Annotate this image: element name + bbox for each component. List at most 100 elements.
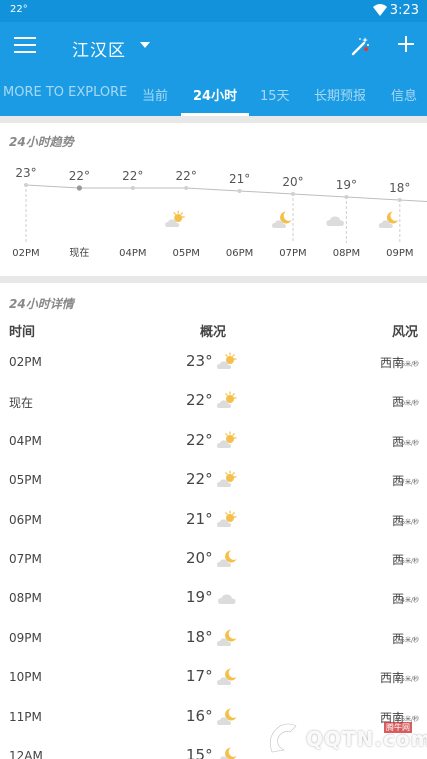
cloud-moon-icon <box>378 211 399 228</box>
wifi-icon <box>373 4 387 16</box>
header-time: 时间 <box>9 325 36 340</box>
moon-cloud-icon <box>216 628 238 648</box>
status-bar: 22° 3:23 <box>0 0 427 22</box>
row-time: 04PM <box>9 433 42 448</box>
row-temperature: 17° <box>186 667 213 686</box>
trend-time-label: 09PM <box>386 248 413 259</box>
tab-15-days[interactable]: 15天 <box>260 85 290 104</box>
row-temperature: 22° <box>186 470 213 489</box>
tab-long-term[interactable]: 长期预报 <box>314 85 366 104</box>
trend-point <box>237 189 242 193</box>
app-bar: 江汉区 <box>0 22 427 72</box>
sun-cloud-icon <box>216 509 238 530</box>
tab-more-to-explore[interactable]: MORE TO EXPLORE <box>3 85 127 100</box>
trend-point <box>397 198 402 202</box>
hourly-row: 10PM 17° 西南 0.5米/秒 <box>0 660 427 699</box>
cloud-moon-icon <box>272 211 292 228</box>
row-temperature: 21° <box>186 509 213 528</box>
add-city-button[interactable] <box>397 35 415 53</box>
trend-point <box>76 185 82 191</box>
row-temperature: 19° <box>186 588 213 607</box>
row-time: 10PM <box>9 670 42 685</box>
section-divider <box>0 276 427 283</box>
trend-time-label: 07PM <box>279 248 306 259</box>
row-wind-speed: 1.6米/秒 <box>395 361 419 368</box>
row-time: 07PM <box>9 552 42 566</box>
header-summary: 概况 <box>200 325 227 340</box>
trend-temp-label: 22° <box>69 169 90 183</box>
row-wind-speed: 0.4米/秒 <box>395 597 419 605</box>
trend-point <box>291 192 295 196</box>
trend-time-label: 02PM <box>12 248 39 259</box>
row-time: 11PM <box>9 709 42 724</box>
status-time: 3:23 <box>389 3 419 18</box>
trend-time-label: 05PM <box>173 248 200 259</box>
trend-time-label: 06PM <box>226 248 253 259</box>
trend-time-label: 现在 <box>69 247 89 259</box>
row-wind-speed: 1.0米/秒 <box>395 439 419 447</box>
hourly-row: 04PM 22° 西 1.0米/秒 <box>0 424 427 463</box>
hourly-row: 02PM 23° 西南 1.6米/秒 <box>0 345 427 384</box>
hourly-trend-chart: 23° 02PM 22° 现在 22° 04PM 22° 05PM 21° 06PM 20° 07PM… <box>12 166 427 259</box>
row-time: 06PM <box>9 512 42 527</box>
trend-title: 24小时趋势 <box>9 135 74 149</box>
hourly-row: 05PM 22° 西 0.7米/秒 <box>0 463 427 502</box>
hourly-row: 06PM 21° 西 0.6米/秒 <box>0 503 427 542</box>
row-time: 08PM <box>9 591 42 606</box>
menu-icon[interactable] <box>14 37 36 55</box>
row-temperature: 16° <box>186 706 213 725</box>
trend-temp-label: 19° <box>336 178 357 192</box>
tab-bar: MORE TO EXPLORE 当前 24小时 15天 长期预报 信息 <box>0 72 427 116</box>
hourly-row: 09PM 18° 西 0.5米/秒 <box>0 621 427 660</box>
trend-temp-label: 21° <box>229 172 250 186</box>
tab-24-hours[interactable]: 24小时 <box>193 85 237 104</box>
header-wind: 风况 <box>391 325 418 340</box>
sun-cloud-icon <box>216 431 238 451</box>
watermark-subtext: 腾牛网 <box>384 722 412 733</box>
trend-temp-label: 22° <box>176 169 197 183</box>
row-temperature: 15° <box>186 746 213 759</box>
magic-wand-icon[interactable] <box>350 36 370 56</box>
section-divider <box>0 116 427 123</box>
details-title: 24小时详情 <box>9 297 74 311</box>
cloud-icon <box>326 216 344 226</box>
row-temperature: 20° <box>186 549 213 567</box>
cloud-icon <box>216 588 238 608</box>
hourly-row: 08PM 19° 西 0.4米/秒 <box>0 581 427 620</box>
row-wind-speed: 1.0米/秒 <box>395 400 419 408</box>
partly-cloudy-sun-icon <box>165 210 185 227</box>
chevron-down-icon[interactable] <box>140 42 150 48</box>
row-time: 12AM <box>9 749 43 759</box>
trend-time-label: 04PM <box>119 248 146 259</box>
row-temperature: 22° <box>186 430 213 449</box>
hourly-row: 现在 22° 西 1.0米/秒 <box>0 384 427 423</box>
status-temp: 22° <box>10 4 28 15</box>
moon-cloud-icon <box>216 667 238 687</box>
row-temperature: 18° <box>186 627 213 646</box>
tab-info[interactable]: 信息 <box>391 85 417 104</box>
sun-cloud-icon <box>216 391 238 411</box>
trend-point <box>130 186 135 190</box>
sun-cloud-icon <box>216 352 238 372</box>
trend-point <box>184 186 189 190</box>
trend-time-label: 08PM <box>333 248 360 259</box>
trend-point <box>24 183 28 187</box>
row-time: 02PM <box>9 355 42 369</box>
row-time: 09PM <box>9 630 42 645</box>
tab-current[interactable]: 当前 <box>142 85 168 104</box>
trend-temp-label: 20° <box>282 175 303 189</box>
moon-cloud-icon <box>216 746 238 759</box>
trend-temp-label: 18° <box>389 181 410 195</box>
row-wind-speed: 0.6米/秒 <box>395 518 419 526</box>
trend-point <box>344 195 349 199</box>
row-wind-speed: 0.5米/秒 <box>395 636 419 644</box>
row-temperature: 22° <box>186 391 213 410</box>
row-time: 现在 <box>9 396 34 411</box>
row-wind-speed: 0.5米/秒 <box>395 558 419 565</box>
moon-cloud-icon <box>216 549 238 569</box>
hourly-row: 07PM 20° 西 0.5米/秒 <box>0 542 427 581</box>
trend-temp-label: 22° <box>122 169 143 183</box>
trend-temp-label: 23° <box>15 166 36 180</box>
row-wind-speed: 0.7米/秒 <box>395 479 419 487</box>
city-selector[interactable]: 江汉区 <box>72 36 126 61</box>
